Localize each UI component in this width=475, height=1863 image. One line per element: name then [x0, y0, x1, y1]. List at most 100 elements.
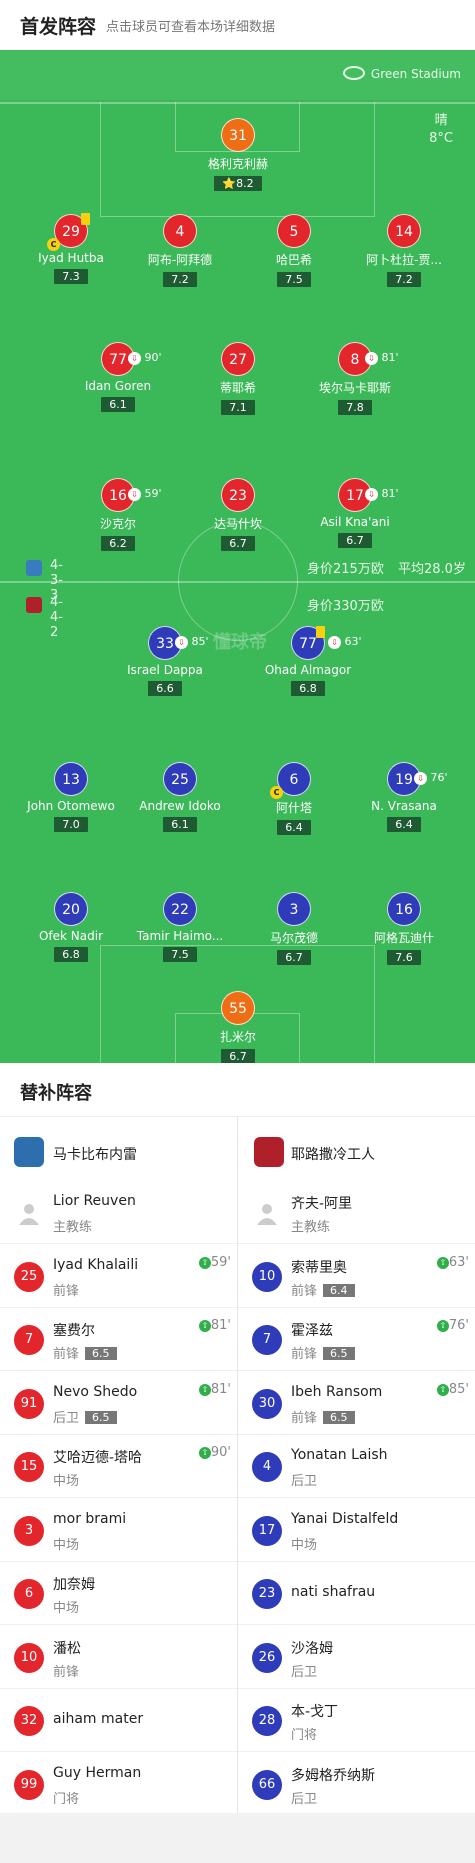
player-number: 5	[277, 214, 311, 248]
player-rating: 6.1	[101, 397, 135, 412]
home-player[interactable]: 31 格利克利赫 ⭐8.2	[178, 118, 298, 191]
home-player[interactable]: 4 阿布-阿拜德 7.2	[120, 214, 240, 287]
sub-row[interactable]: 25 Iyad Khalaili 前锋 ⇧ 59'	[0, 1245, 237, 1308]
player-rating: 7.6	[387, 950, 421, 965]
sub-position: 前锋 6.4	[291, 1280, 355, 1299]
player-name: Idan Goren	[84, 379, 152, 393]
home-player[interactable]: 5 哈巴希 7.5	[234, 214, 354, 287]
sub-row[interactable]: 7 霍泽兹 前锋 6.5 ⇧ 76'	[238, 1308, 475, 1371]
sub-position: 后卫	[291, 1791, 318, 1807]
player-name: John Otomewo	[27, 799, 115, 813]
sub-position: 主教练	[291, 1220, 331, 1235]
away-player[interactable]: 3 马尔茂德 6.7	[234, 892, 354, 965]
home-player[interactable]: 8 ⇩ 81' 埃尔马卡耶斯 7.8	[295, 342, 415, 415]
sub-number: 7	[14, 1325, 44, 1355]
coach-row[interactable]: 齐夫-阿里 主教练	[238, 1181, 475, 1244]
away-player[interactable]: 33 ⇩ 85' Israel Dappa 6.6	[105, 626, 225, 696]
sub-name: 索蒂里奥	[291, 1259, 347, 1276]
away-player[interactable]: 13 John Otomewo 7.0	[11, 762, 131, 832]
player-number: 55	[221, 991, 255, 1025]
sub-row[interactable]: 23 nati shafrau	[238, 1562, 475, 1625]
sub-in-marker: ⇧ 81'	[198, 1318, 231, 1333]
sub-out-marker: ⇩ 63'	[316, 625, 362, 659]
sub-row[interactable]: 28 本-戈丁 门将	[238, 1689, 475, 1752]
sub-number: 30	[252, 1388, 282, 1419]
away-player[interactable]: 16 阿格瓦迪什 7.6	[344, 892, 464, 965]
sub-row[interactable]: 3 mor brami 中场	[0, 1499, 237, 1562]
sub-name: Nevo Shedo	[53, 1383, 138, 1400]
away-player[interactable]: 25 Andrew Idoko 6.1	[120, 762, 240, 832]
away-formation: 4-4-2	[50, 595, 63, 640]
sub-name: 加奈姆	[53, 1577, 95, 1593]
sub-name: 潘松	[53, 1640, 81, 1657]
sub-number: 25	[14, 1261, 44, 1292]
player-name: 达马什坎	[213, 517, 262, 531]
away-player[interactable]: 6 C 阿什塔 6.4	[234, 762, 354, 835]
sub-name: Lior Reuven	[53, 1193, 136, 1209]
away-player[interactable]: 19 ⇩ 76' N. Vrasana 6.4	[344, 762, 464, 832]
player-number: 27	[221, 342, 255, 376]
coach-row[interactable]: Lior Reuven 主教练	[0, 1181, 237, 1244]
sub-in-marker: ⇧ 81'	[198, 1382, 231, 1397]
sub-row[interactable]: 30 Ibeh Ransom 前锋 6.5 ⇧ 85'	[238, 1372, 475, 1435]
home-team-icon	[26, 560, 42, 576]
away-player[interactable]: 55 扎米尔 6.7	[178, 991, 298, 1063]
player-rating: 7.0	[54, 817, 88, 832]
away-player[interactable]: 22 Tamir Haimo... 7.5	[120, 892, 240, 962]
sub-row[interactable]: 6 加奈姆 中场	[0, 1562, 237, 1625]
sub-row[interactable]: 99 Guy Herman 门将	[0, 1753, 237, 1816]
sub-position: 前锋	[53, 1664, 80, 1680]
home-player[interactable]: 23 达马什坎 6.7	[178, 478, 298, 551]
player-name: Tamir Haimo...	[136, 929, 224, 943]
sub-row[interactable]: 10 潘松 前锋	[0, 1626, 237, 1689]
sub-row[interactable]: 7 塞费尔 前锋 6.5 ⇧ 81'	[0, 1308, 237, 1371]
home-player[interactable]: 17 ⇩ 81' Asil Kna'ani 6.7	[295, 478, 415, 548]
sub-position: 前锋 6.5	[291, 1343, 355, 1362]
player-name: 蒂耶希	[219, 381, 256, 395]
player-name: 阿布-阿拜德	[147, 253, 213, 267]
away-team-row[interactable]: 耶路撒冷工人	[238, 1117, 475, 1181]
sub-row[interactable]: 15 艾哈迈德-塔哈 中场 ⇧ 90'	[0, 1435, 237, 1498]
home-player[interactable]: 29 C Iyad Hutba 7.3	[11, 213, 131, 284]
home-player[interactable]: 14 阿卜杜拉-贾... 7.2	[344, 214, 464, 287]
sub-position: 后卫	[291, 1664, 318, 1680]
sub-row[interactable]: 10 索蒂里奥前锋 6.4 ⇧ 63'	[238, 1245, 475, 1308]
sub-in-icon: ⇧	[198, 1320, 211, 1332]
sub-row[interactable]: 17 Yanai Distalfeld 中场	[238, 1499, 475, 1562]
player-name: 格利克利赫	[207, 157, 268, 171]
player-name: 沙克尔	[99, 517, 136, 531]
sub-row[interactable]: 32 aiham mater	[0, 1689, 237, 1752]
player-number: 16 ⇩ 59'	[101, 478, 162, 512]
player-rating: 6.4	[387, 817, 421, 832]
sub-row[interactable]: 91 Nevo Shedo 后卫 6.5 ⇧ 81'	[0, 1372, 237, 1435]
home-player[interactable]: 77 ⇩ 90' Idan Goren 6.1	[58, 342, 178, 412]
sub-position: 主教练	[53, 1220, 93, 1235]
sub-out-icon: ⇩	[328, 635, 341, 649]
player-name: Iyad Hutba	[38, 251, 104, 265]
sub-row[interactable]: 26 沙洛姆 后卫	[238, 1626, 475, 1689]
sub-number: 10	[252, 1261, 282, 1292]
sub-position: 后卫 6.5	[53, 1407, 117, 1426]
away-player[interactable]: 20 Ofek Nadir 6.8	[11, 892, 131, 962]
player-name: 马尔茂德	[269, 931, 318, 945]
sub-name: nati shafrau	[291, 1584, 376, 1600]
sub-out-marker: ⇩ 76'	[414, 761, 448, 795]
player-name: Israel Dappa	[127, 663, 203, 677]
sub-number: 99	[14, 1769, 44, 1800]
sub-rating: 6.4	[323, 1283, 355, 1297]
sub-row[interactable]: 66 多姆格乔纳斯 后卫	[238, 1753, 475, 1816]
home-player[interactable]: 27 蒂耶希 7.1	[178, 342, 298, 415]
sub-in-icon: ⇧	[436, 1256, 449, 1269]
sub-in-marker: ⇧ 63'	[436, 1255, 469, 1270]
sub-position: 门将	[53, 1791, 80, 1807]
page-title: 首发阵容	[20, 16, 97, 38]
away-player[interactable]: 77 ⇩ 63' Ohad Almagor 6.8	[248, 626, 368, 696]
player-name: 阿格瓦迪什	[373, 931, 434, 945]
home-player[interactable]: 16 ⇩ 59' 沙克尔 6.2	[58, 478, 178, 551]
sub-row[interactable]: 4 Yonatan Laish 后卫	[238, 1435, 475, 1498]
home-team-row[interactable]: 马卡比布内雷	[0, 1117, 237, 1181]
lineup-header: 首发阵容 点击球员可查看本场详细数据	[0, 0, 475, 50]
captain-icon: C	[270, 786, 283, 799]
player-rating: 7.1	[221, 400, 255, 415]
sub-out-icon: ⇩	[365, 487, 378, 501]
